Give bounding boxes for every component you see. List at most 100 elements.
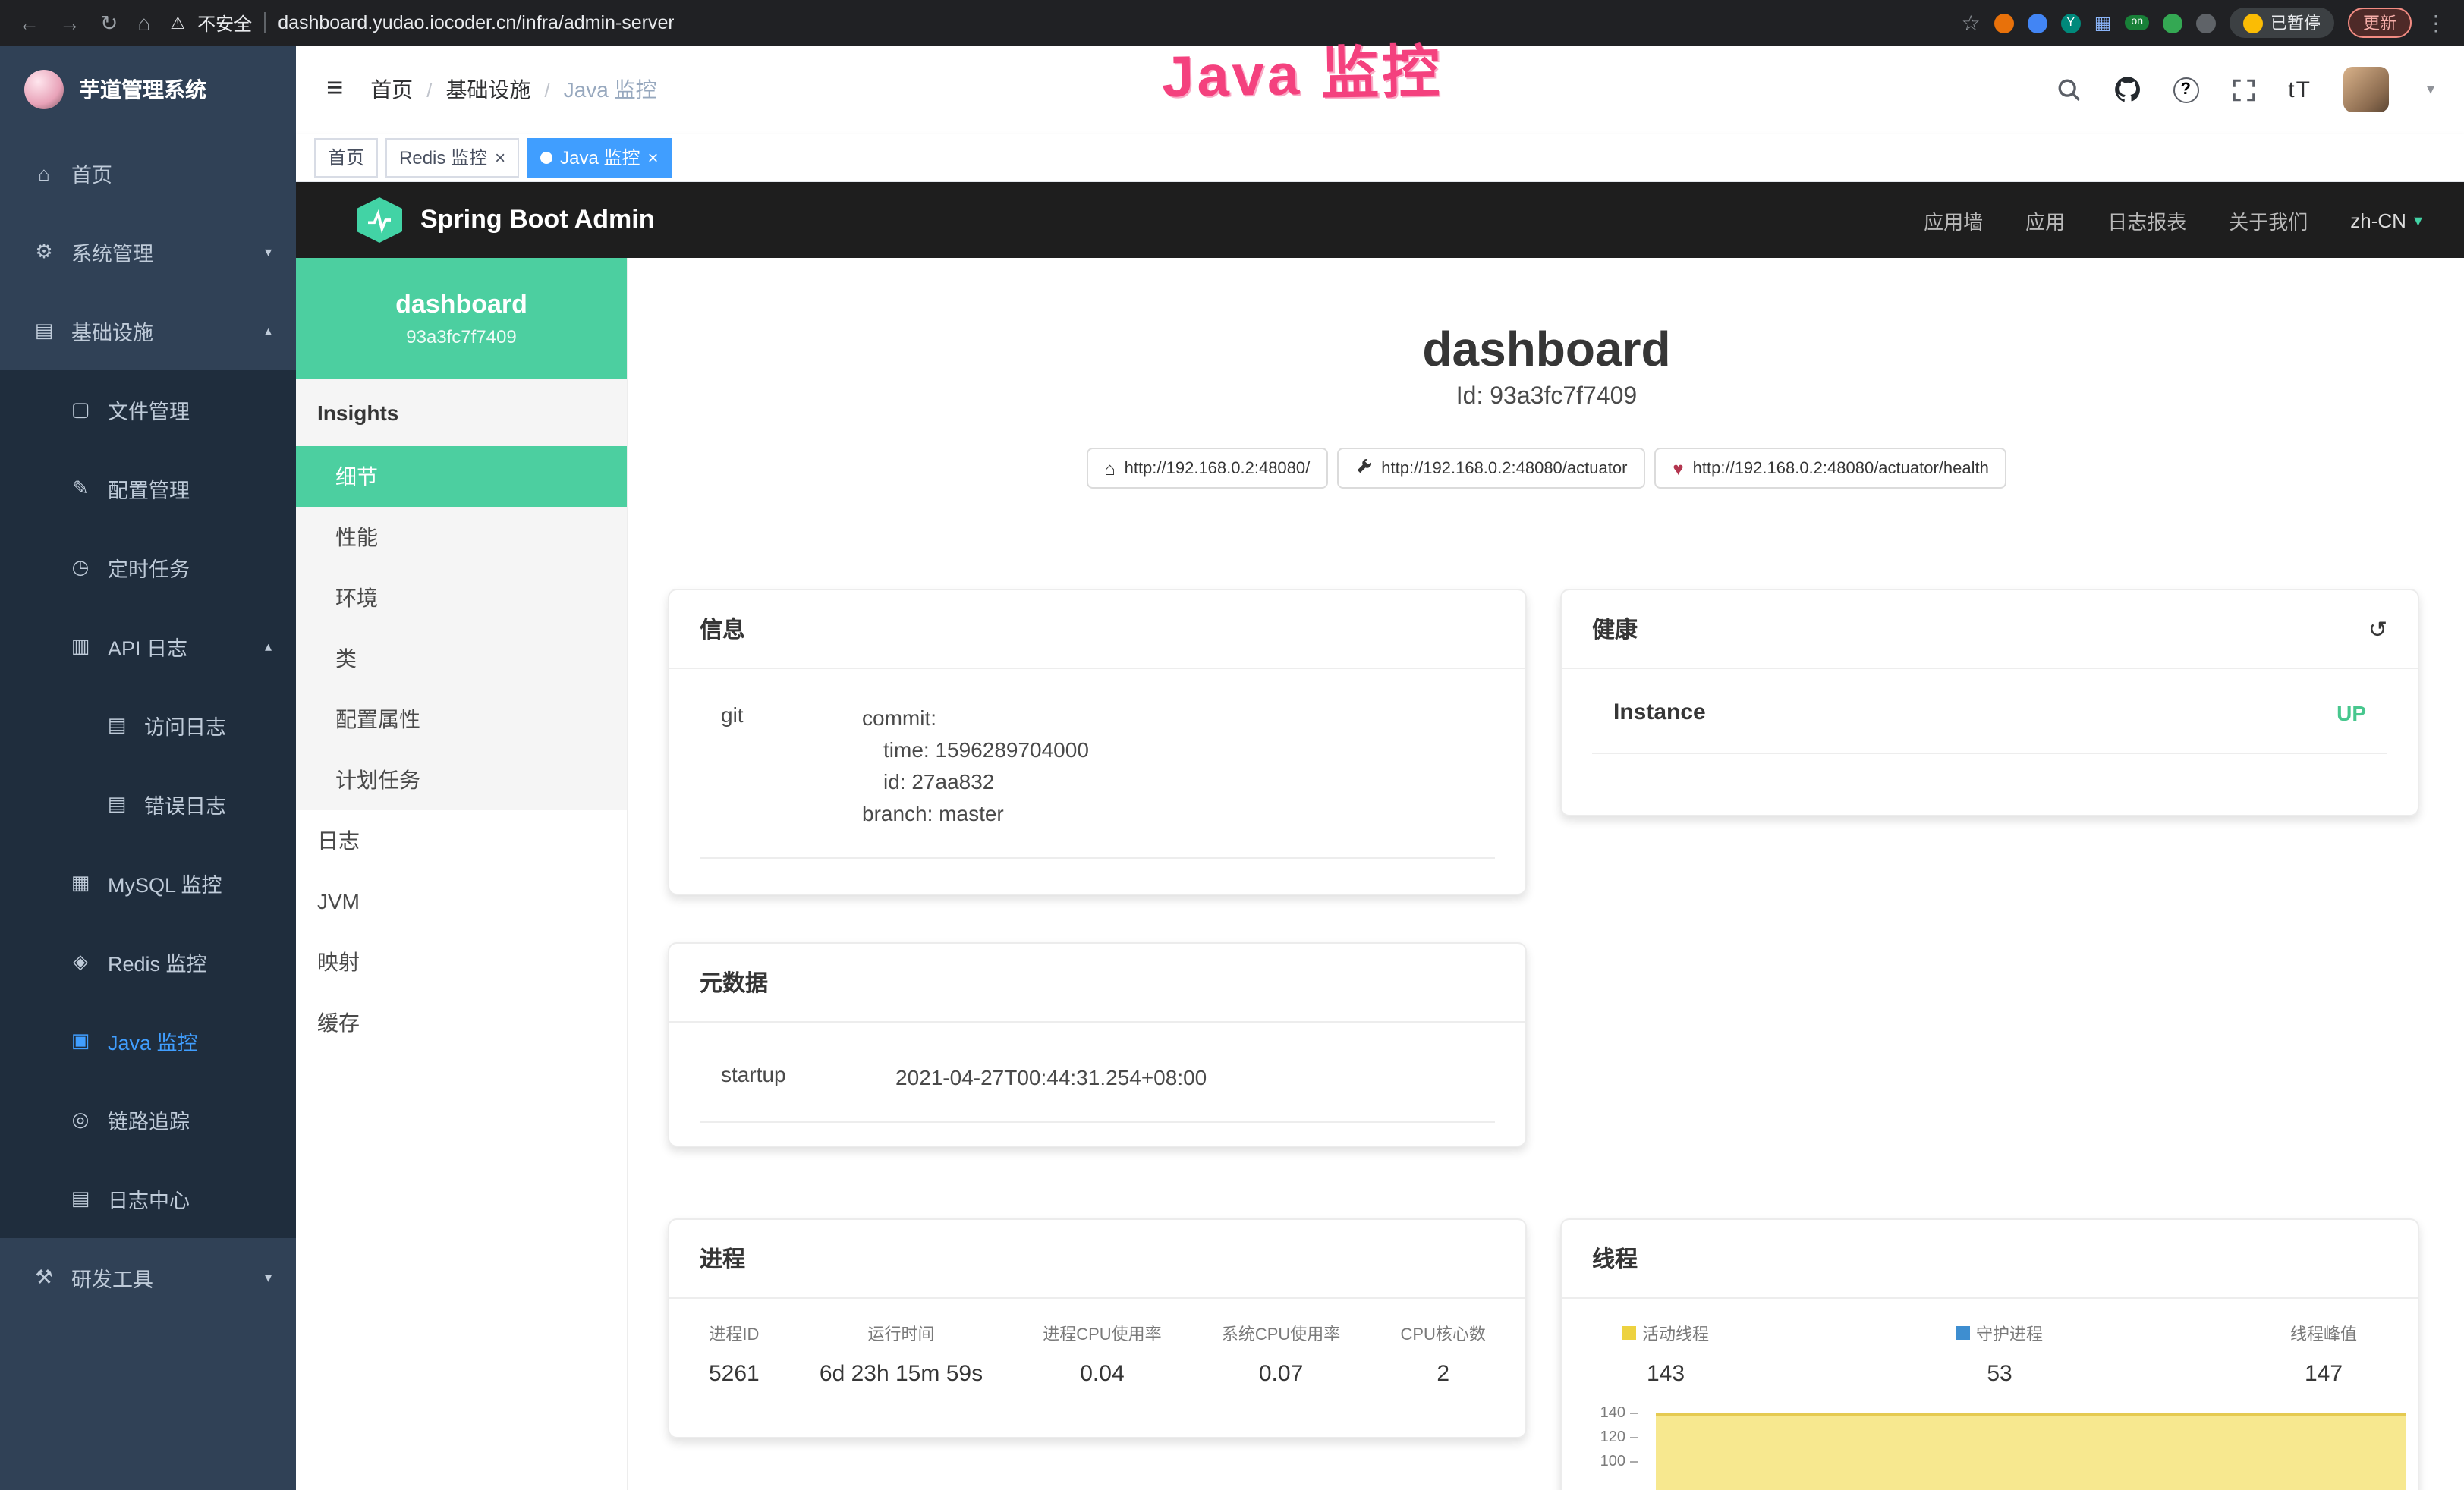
sba-locale-select[interactable]: zh-CN ▾: [2350, 209, 2422, 231]
admin-header: ≡ 首页 / 基础设施 / Java 监控 ? tT: [296, 46, 2464, 134]
sba-nav-wall[interactable]: 应用墙: [1924, 206, 1983, 234]
legend-daemon-threads: 守护进程 53: [1956, 1320, 2043, 1387]
sidebar-item-file-manage[interactable]: ▢ 文件管理: [0, 370, 296, 449]
card-title: 健康: [1592, 613, 1638, 645]
chevron-down-icon: ▾: [265, 244, 272, 260]
back-icon[interactable]: ←: [18, 12, 39, 33]
log-icon: ▤: [103, 792, 131, 816]
sidebar-item-system[interactable]: ⚙ 系统管理 ▾: [0, 212, 296, 291]
help-icon[interactable]: ?: [2173, 77, 2198, 102]
sidebar-item-config-manage[interactable]: ✎ 配置管理: [0, 449, 296, 528]
stat-pid: 进程ID 5261: [709, 1320, 760, 1387]
search-icon[interactable]: [2056, 77, 2082, 102]
sidebar-item-redis-monitor[interactable]: ◈ Redis 监控: [0, 923, 296, 1001]
app-logo[interactable]: 芋道管理系统: [0, 46, 296, 134]
actuator-url-button[interactable]: http://192.168.0.2:48080/actuator: [1337, 448, 1645, 489]
dashboard-icon: ⌂: [30, 162, 58, 184]
locale-label: zh-CN: [2350, 209, 2406, 231]
sba-menu-caches[interactable]: 缓存: [296, 992, 627, 1053]
extension-grid-icon[interactable]: ▦: [2094, 14, 2112, 32]
close-icon[interactable]: ×: [495, 148, 505, 166]
breadcrumb-home[interactable]: 首页: [370, 74, 413, 105]
sba-menu-classes[interactable]: 类: [296, 628, 627, 689]
reload-icon[interactable]: ↻: [100, 12, 118, 33]
profile-paused-chip[interactable]: 已暂停: [2230, 8, 2334, 38]
sidebar-item-error-log[interactable]: ▤ 错误日志: [0, 765, 296, 844]
sba-nav: 应用墙 应用 日志报表 关于我们 zh-CN ▾: [1924, 206, 2422, 234]
extension-icon[interactable]: [1994, 13, 2014, 33]
stat-value: 5261: [709, 1361, 760, 1387]
instance-url-button[interactable]: ⌂ http://192.168.0.2:48080/: [1086, 448, 1328, 489]
sba-nav-about[interactable]: 关于我们: [2229, 206, 2308, 234]
sba-menu-configprops[interactable]: 配置属性: [296, 689, 627, 750]
fullscreen-icon[interactable]: [2230, 77, 2256, 102]
sidebar-item-dev-tools[interactable]: ⚒ 研发工具 ▾: [0, 1238, 296, 1317]
sba-brand-title[interactable]: Spring Boot Admin: [420, 205, 655, 235]
sidebar-item-access-log[interactable]: ▤ 访问日志: [0, 686, 296, 765]
stat-process-cpu: 进程CPU使用率 0.04: [1043, 1320, 1161, 1387]
sba-menu-mappings[interactable]: 映射: [296, 932, 627, 992]
sba-menu-scheduled-tasks[interactable]: 计划任务: [296, 750, 627, 810]
extensions-puzzle-icon[interactable]: [2196, 13, 2216, 33]
metadata-card: 元数据 startup 2021-04-27T00:44:31.254+08:0…: [668, 942, 1527, 1147]
gear-icon: ⚙: [30, 240, 58, 264]
clock-icon: ◷: [67, 555, 94, 580]
sba-menu-metrics[interactable]: 性能: [296, 507, 627, 567]
tab-home[interactable]: 首页: [314, 137, 378, 177]
tools-icon: ⚒: [30, 1265, 58, 1290]
extension-icon[interactable]: Y: [2061, 13, 2081, 33]
sba-instance-block[interactable]: dashboard 93a3fc7f7409: [296, 258, 627, 379]
user-avatar[interactable]: [2343, 67, 2389, 112]
home-icon[interactable]: ⌂: [137, 12, 150, 33]
address-bar[interactable]: ⚠ 不安全 dashboard.yudao.iocoder.cn/infra/a…: [170, 10, 1941, 36]
legend-swatch-blue: [1956, 1326, 1970, 1340]
git-commit-values: commit: time: 1596289704000 id: 27aa832 …: [862, 703, 1089, 830]
sidebar-item-label: 访问日志: [144, 710, 226, 740]
app-sidebar: 芋道管理系统 ⌂ 首页 ⚙ 系统管理 ▾ ▤ 基础设施 ▴ ▢ 文件管理 ✎ 配…: [0, 46, 296, 1490]
bookmark-star-icon[interactable]: ☆: [1962, 12, 1981, 33]
tab-java-monitor[interactable]: Java 监控 ×: [527, 137, 672, 177]
infrastructure-icon: ▤: [30, 319, 58, 343]
github-icon[interactable]: [2113, 76, 2141, 103]
extension-icon[interactable]: [2028, 13, 2047, 33]
sidebar-item-scheduled-jobs[interactable]: ◷ 定时任务: [0, 528, 296, 607]
close-icon[interactable]: ×: [647, 148, 658, 166]
breadcrumb-current: Java 监控: [564, 74, 657, 105]
sidebar-item-label: MySQL 监控: [108, 868, 222, 898]
health-url-button[interactable]: ♥ http://192.168.0.2:48080/actuator/heal…: [1654, 448, 2006, 489]
browser-menu-kebab-icon[interactable]: ⋮: [2425, 12, 2447, 33]
not-secure-warning-icon: ⚠: [170, 13, 185, 33]
extension-on-toggle-icon[interactable]: on: [2125, 15, 2149, 31]
stat-label: 进程CPU使用率: [1043, 1322, 1161, 1346]
chrome-update-button[interactable]: 更新: [2348, 8, 2412, 38]
avatar-caret-icon[interactable]: ▾: [2427, 81, 2434, 98]
tab-redis-monitor[interactable]: Redis 监控 ×: [385, 137, 519, 177]
instance-name: dashboard: [395, 290, 527, 320]
sba-main: dashboard Id: 93a3fc7f7409 ⌂ http://192.…: [628, 258, 2464, 1490]
font-size-icon[interactable]: tT: [2288, 77, 2311, 102]
sidebar-item-trace[interactable]: ◎ 链路追踪: [0, 1080, 296, 1159]
process-card: 进程 进程ID 5261 运行时间 6d 23h 15m 59s 进程CPU使用…: [668, 1218, 1527, 1438]
screen: ← → ↻ ⌂ ⚠ 不安全 dashboard.yudao.iocoder.cn…: [0, 0, 2464, 1490]
sidebar-item-mysql-monitor[interactable]: ▦ MySQL 监控: [0, 844, 296, 923]
sidebar-item-label: 链路追踪: [108, 1105, 190, 1135]
extension-icon[interactable]: [2163, 13, 2182, 33]
sidebar-item-home[interactable]: ⌂ 首页: [0, 134, 296, 212]
sidebar-item-infra[interactable]: ▤ 基础设施 ▴: [0, 291, 296, 370]
breadcrumb-infra[interactable]: 基础设施: [445, 74, 530, 105]
stat-label: CPU核心数: [1400, 1322, 1485, 1346]
sidebar-item-api-log[interactable]: ▥ API 日志 ▴: [0, 607, 296, 686]
sidebar-collapse-icon[interactable]: ≡: [326, 73, 343, 106]
sba-nav-journal[interactable]: 日志报表: [2107, 206, 2186, 234]
sba-menu-jvm[interactable]: JVM: [296, 871, 627, 932]
sba-nav-applications[interactable]: 应用: [2025, 206, 2065, 234]
database-icon: ▦: [67, 871, 94, 895]
sidebar-item-java-monitor[interactable]: ▣ Java 监控: [0, 1001, 296, 1080]
sba-menu-details[interactable]: 细节: [296, 446, 627, 507]
sidebar-item-label: 错误日志: [144, 789, 226, 819]
forward-icon[interactable]: →: [59, 12, 80, 33]
sba-menu-environment[interactable]: 环境: [296, 567, 627, 628]
sba-menu-logs[interactable]: 日志: [296, 810, 627, 871]
sidebar-item-log-center[interactable]: ▤ 日志中心: [0, 1159, 296, 1238]
history-icon[interactable]: ↺: [2368, 615, 2387, 643]
